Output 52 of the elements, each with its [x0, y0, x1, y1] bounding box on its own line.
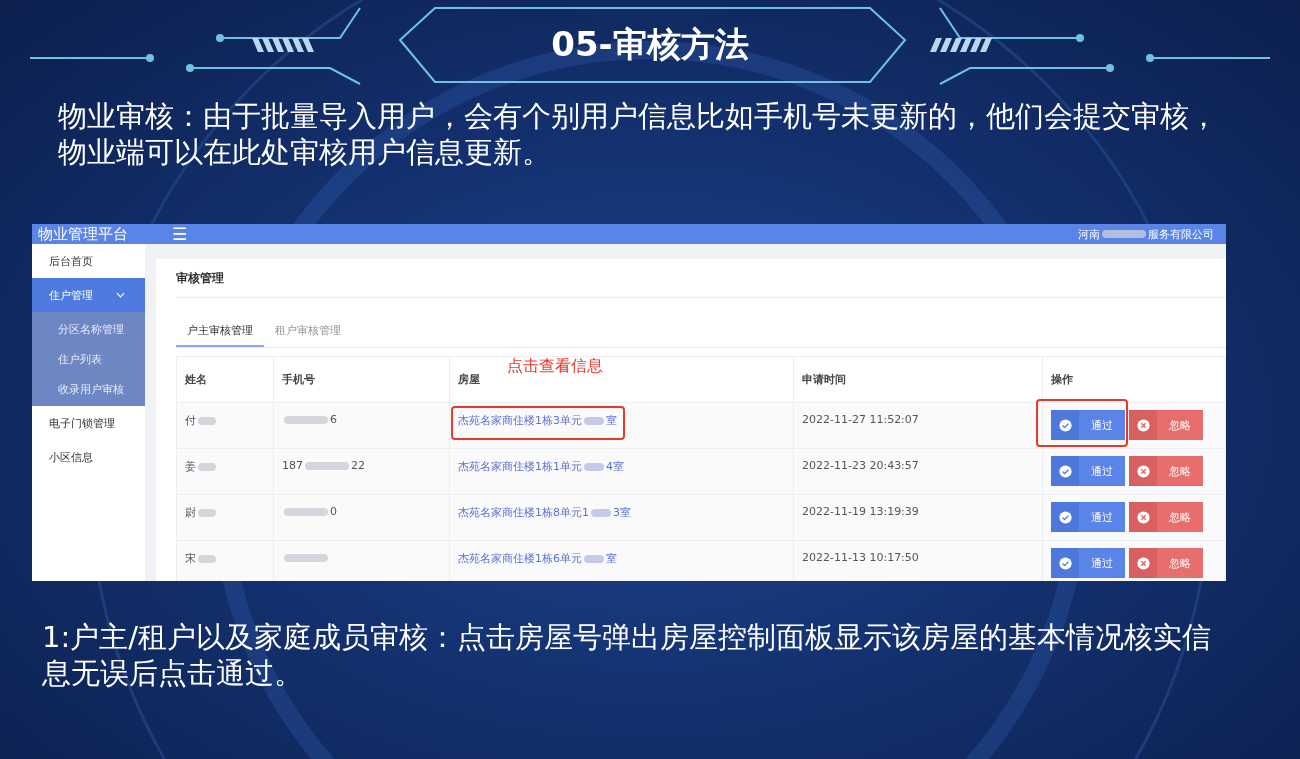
- intro-paragraph: 物业审核：由于批量导入用户，会有个别用户信息比如手机号未更新的，他们会提交审核，物业端可以在此处审核用户信息更新。: [58, 98, 1219, 170]
- check-icon: [1058, 464, 1072, 478]
- column-header: 手机号: [273, 356, 450, 403]
- table-cell: 2022-11-13 10:17:50: [793, 540, 1043, 581]
- close-icon: [1136, 418, 1150, 432]
- submenu-item[interactable]: 住户列表: [32, 344, 145, 374]
- ignore-button[interactable]: 忽略: [1129, 410, 1203, 440]
- sidebar-item[interactable]: 小区信息: [32, 440, 145, 474]
- column-header: 申请时间: [793, 356, 1043, 403]
- table-cell: 0: [273, 494, 450, 541]
- column-header: 操作: [1042, 356, 1226, 403]
- check-icon: [1058, 510, 1072, 524]
- sidebar-item[interactable]: 住户管理: [32, 278, 145, 312]
- approve-button[interactable]: 通过: [1051, 548, 1125, 578]
- approve-button[interactable]: 通过: [1051, 456, 1125, 486]
- close-icon: [1136, 556, 1150, 570]
- table-cell: 尉: [176, 494, 274, 541]
- table-cell: 2022-11-19 13:19:39: [793, 494, 1043, 541]
- table-cell: 姜: [176, 448, 274, 495]
- table-cell: 2022-11-23 20:43:57: [793, 448, 1043, 495]
- approve-button[interactable]: 通过: [1051, 502, 1125, 532]
- ignore-button[interactable]: 忽略: [1129, 548, 1203, 578]
- note-paragraph: 1:户主/租户以及家庭成员审核：点击房屋号弹出房屋控制面板显示该房屋的基本情况核实信息无误后点击通过。: [42, 619, 1212, 691]
- table-cell: 187 22: [273, 448, 450, 495]
- check-icon: [1058, 418, 1072, 432]
- approve-button[interactable]: 通过: [1051, 410, 1125, 440]
- room-link[interactable]: 杰苑名家商住楼1栋6单元 室: [458, 552, 617, 565]
- table-cell: 付: [176, 402, 274, 449]
- close-icon: [1136, 510, 1150, 524]
- submenu-item[interactable]: 收录用户审核: [32, 374, 145, 404]
- sidebar-item[interactable]: 后台首页: [32, 244, 145, 278]
- ignore-button[interactable]: 忽略: [1129, 456, 1203, 486]
- menu-icon[interactable]: ☰: [172, 224, 188, 244]
- room-link[interactable]: 杰苑名家商住楼1栋8单元1 3室: [458, 506, 631, 519]
- close-icon: [1136, 464, 1150, 478]
- check-icon: [1058, 556, 1072, 570]
- annotation-text: 点击查看信息: [507, 356, 603, 377]
- company-name: 河南 服务有限公司: [1078, 226, 1214, 242]
- ignore-button[interactable]: 忽略: [1129, 502, 1203, 532]
- table-cell: 2022-11-27 11:52:07: [793, 402, 1043, 449]
- room-link[interactable]: 杰苑名家商住楼1栋1单元 4室: [458, 460, 624, 473]
- sidebar-item[interactable]: 电子门锁管理: [32, 406, 145, 440]
- table-cell: 6: [273, 402, 450, 449]
- room-link[interactable]: 杰苑名家商住楼1栋3单元 室: [458, 414, 617, 427]
- brand-title: 物业管理平台: [37, 224, 129, 244]
- slide-title: 05-审核方法: [551, 23, 749, 66]
- submenu-item[interactable]: 分区名称管理: [32, 314, 145, 344]
- tab[interactable]: 户主审核管理: [176, 316, 264, 347]
- tab[interactable]: 租户审核管理: [264, 316, 352, 345]
- column-header: 姓名: [176, 356, 274, 403]
- table-cell: 宋: [176, 540, 274, 581]
- page-title: 审核管理: [176, 259, 1226, 298]
